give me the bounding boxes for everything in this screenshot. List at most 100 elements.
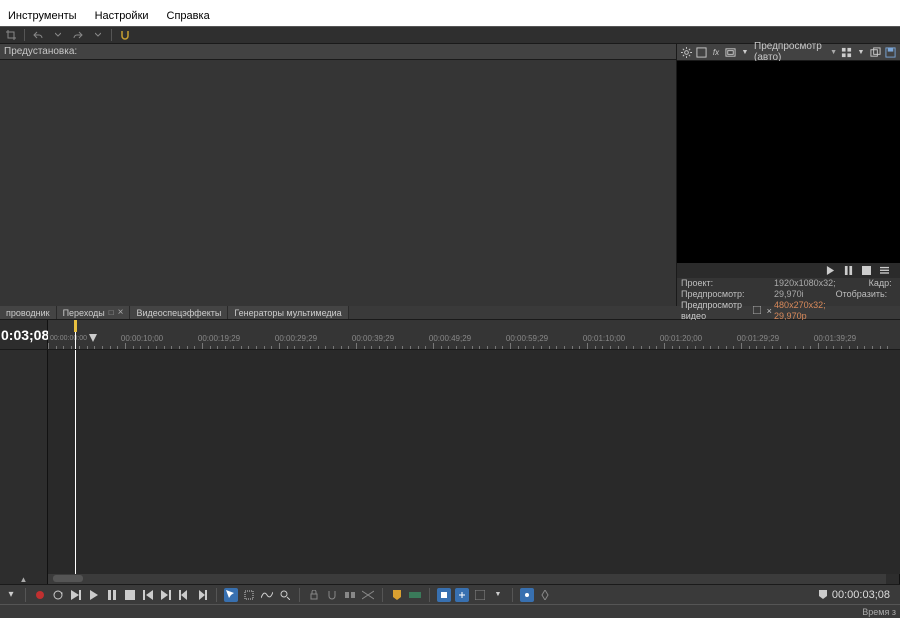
play-icon[interactable]	[824, 265, 836, 277]
ruler-label: 00:00:19;29	[198, 334, 240, 343]
go-start-icon[interactable]	[141, 588, 155, 602]
ruler-label: 00:00:10;00	[121, 334, 163, 343]
tab-label: проводник	[6, 308, 50, 318]
pause-icon[interactable]	[105, 588, 119, 602]
tab-transitions[interactable]: Переходы □ ×	[57, 306, 131, 319]
play-start-icon[interactable]	[69, 588, 83, 602]
transport-timecode[interactable]: 00:00:03;08	[813, 589, 896, 601]
go-end-icon[interactable]	[159, 588, 173, 602]
ruler-label: 00:00:49;29	[429, 334, 471, 343]
menu-help[interactable]: Справка	[165, 6, 212, 26]
redo-dropdown-icon[interactable]	[91, 28, 105, 42]
toggle-e-icon[interactable]	[538, 588, 552, 602]
top-split: Предустановка: fx ▼ Предпросмотр (авто) …	[0, 44, 900, 306]
pin-icon[interactable]: □	[109, 308, 114, 317]
toggle-c-icon[interactable]	[473, 588, 487, 602]
loop-start-handle-icon[interactable]	[89, 334, 97, 342]
crop-tool-icon[interactable]	[4, 28, 18, 42]
chevron-up-icon: ▲	[20, 575, 28, 584]
preset-bar: Предустановка:	[0, 44, 676, 60]
playhead-icon[interactable]	[75, 320, 76, 349]
timeline-ruler[interactable]: 00:00:00:00 00:00:10;00 00:00:19;29 00:00:…	[48, 320, 900, 349]
close-icon[interactable]: ×	[767, 306, 774, 316]
normal-edit-tool-icon[interactable]	[224, 588, 238, 602]
transport-timecode-value: 00:00:03;08	[832, 589, 890, 601]
envelope-tool-icon[interactable]	[260, 588, 274, 602]
preview-video[interactable]	[677, 61, 900, 263]
separator	[512, 588, 513, 602]
track-header-gutter[interactable]	[0, 350, 48, 574]
save-snapshot-icon[interactable]	[885, 46, 896, 59]
scroll-up-button[interactable]: ▲	[0, 574, 48, 584]
play-icon[interactable]	[87, 588, 101, 602]
tab-label: Переходы	[63, 308, 105, 318]
preview-info: Проект: Предпросмотр: Предпросмотр видео…	[677, 278, 900, 306]
next-frame-icon[interactable]	[195, 588, 209, 602]
prev-frame-icon[interactable]	[177, 588, 191, 602]
preview-quality-dropdown[interactable]: Предпросмотр (авто) ▼	[754, 41, 837, 63]
preview-quality-label: Предпросмотр (авто)	[754, 41, 827, 63]
dropdown-icon[interactable]: ▼	[856, 46, 866, 59]
track-options-icon[interactable]: ▾	[4, 588, 18, 602]
ruler-label: 00:00:59;29	[506, 334, 548, 343]
pause-icon[interactable]	[842, 265, 854, 277]
dropdown-icon[interactable]: ▼	[740, 46, 750, 59]
timeline-scrollbar: ▲	[0, 574, 900, 584]
menu-tools[interactable]: Инструменты	[6, 6, 79, 26]
separator	[25, 588, 26, 602]
safe-areas-icon[interactable]	[725, 46, 736, 59]
tab-explorer[interactable]: проводник	[0, 306, 57, 319]
ruler-label: 00:01:20;00	[660, 334, 702, 343]
playhead-line	[75, 350, 76, 574]
record-icon[interactable]	[33, 588, 47, 602]
copy-snapshot-icon[interactable]	[870, 46, 881, 59]
grid-icon[interactable]	[841, 46, 852, 59]
track-content[interactable]	[48, 350, 900, 574]
snap-icon[interactable]	[118, 28, 132, 42]
menu-icon[interactable]	[878, 265, 890, 277]
toggle-b-icon[interactable]	[455, 588, 469, 602]
fx-icon[interactable]: fx	[711, 46, 721, 59]
transport-bar: ▾ ▼ 00:00:03;08	[0, 584, 900, 604]
separator	[299, 588, 300, 602]
ruler-label: 00:00:39;29	[352, 334, 394, 343]
pin-icon[interactable]	[753, 306, 761, 316]
loop-icon[interactable]	[51, 588, 65, 602]
tab-label: Видеоспецэффекты	[136, 308, 221, 318]
timecode-display[interactable]: 0:03;08	[0, 320, 48, 349]
stop-icon[interactable]	[123, 588, 137, 602]
scroll-end-button[interactable]	[886, 574, 900, 584]
ruler-label: 00:01:39;29	[814, 334, 856, 343]
info-preview-val: 480x270x32; 29,970p	[774, 300, 836, 322]
fullscreen-icon[interactable]	[696, 46, 707, 59]
scrollbar-thumb[interactable]	[53, 575, 83, 582]
gear-icon[interactable]	[681, 46, 692, 59]
region-icon[interactable]	[408, 588, 422, 602]
menu-settings[interactable]: Настройки	[93, 6, 151, 26]
info-project-label: Проект:	[681, 278, 713, 289]
selection-tool-icon[interactable]	[242, 588, 256, 602]
stop-icon[interactable]	[860, 265, 872, 277]
auto-ripple-icon[interactable]	[343, 588, 357, 602]
info-preview-label: Предпросмотр:	[681, 289, 745, 300]
undo-icon[interactable]	[31, 28, 45, 42]
horizontal-scrollbar[interactable]	[48, 574, 886, 584]
tab-media-generators[interactable]: Генераторы мультимедиа	[228, 306, 348, 319]
timeline-header: 0:03;08 00:00:00:00 00:00:10;00 00:00:19;…	[0, 320, 900, 350]
media-area[interactable]	[0, 60, 676, 306]
info-frame-label: Кадр:	[869, 278, 892, 289]
ruler-start: 00:00:00:00	[50, 334, 97, 342]
dropdown-icon[interactable]: ▼	[491, 588, 505, 602]
redo-icon[interactable]	[71, 28, 85, 42]
toggle-a-icon[interactable]	[437, 588, 451, 602]
snap-toggle-icon[interactable]	[325, 588, 339, 602]
auto-crossfade-icon[interactable]	[361, 588, 375, 602]
info-bottom-left[interactable]: Предпросмотр видео	[681, 300, 747, 322]
undo-dropdown-icon[interactable]	[51, 28, 65, 42]
toggle-d-icon[interactable]	[520, 588, 534, 602]
close-icon[interactable]: ×	[118, 307, 124, 318]
marker-icon[interactable]	[390, 588, 404, 602]
lock-icon[interactable]	[307, 588, 321, 602]
tab-video-fx[interactable]: Видеоспецэффекты	[130, 306, 228, 319]
zoom-tool-icon[interactable]	[278, 588, 292, 602]
